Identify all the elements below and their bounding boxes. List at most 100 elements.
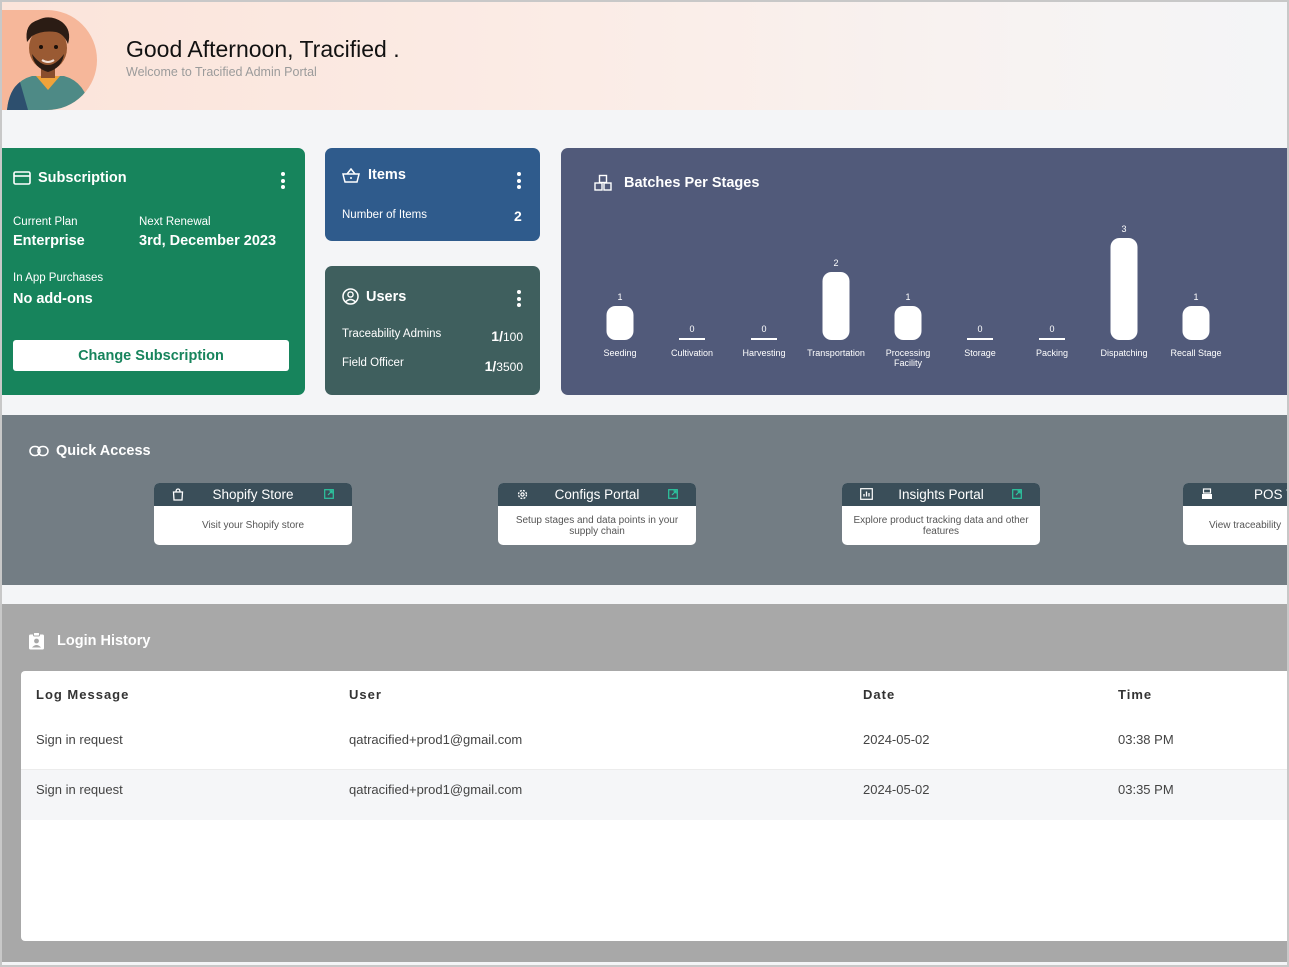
- link-icon: [29, 445, 49, 457]
- users-card: Users Traceability Admins 1/100 Field Of…: [325, 266, 540, 395]
- bar-seeding[interactable]: [606, 306, 634, 340]
- greeting-title: Good Afternoon, Tracified .: [126, 36, 400, 62]
- category-label: Facility: [894, 358, 923, 368]
- bar-packing[interactable]: [1039, 338, 1065, 340]
- in-app-purchases-label: In App Purchases: [13, 272, 104, 284]
- category-label: Harvesting: [742, 348, 785, 358]
- cell-time: 03:38 PM: [1118, 732, 1174, 747]
- column-header-date[interactable]: Date: [863, 687, 895, 702]
- pos-title: POS V: [1254, 487, 1287, 502]
- table-row[interactable]: Sign in request qatracified+prod1@gmail.…: [21, 770, 1287, 820]
- bar-harvesting[interactable]: [751, 338, 777, 340]
- external-link-icon[interactable]: [668, 489, 678, 499]
- subscription-title: Subscription: [38, 170, 127, 186]
- in-app-purchases-value: No add-ons: [13, 291, 93, 307]
- welcome-subtitle: Welcome to Tracified Admin Portal: [126, 65, 317, 79]
- configs-portal-title: Configs Portal: [554, 487, 640, 502]
- column-header-log-message[interactable]: Log Message: [36, 687, 129, 702]
- table-header: Log Message User Date Time: [21, 671, 1287, 720]
- value-label: 1: [617, 292, 622, 302]
- configs-portal-card[interactable]: Configs Portal Setup stages and data poi…: [498, 483, 696, 545]
- cell-log-message: Sign in request: [36, 782, 123, 797]
- login-history-section: Login History Log Message User Date Time…: [2, 604, 1287, 962]
- gear-icon: [516, 488, 529, 501]
- field-officer-limit: 3500: [496, 360, 523, 374]
- cell-user: qatracified+prod1@gmail.com: [349, 732, 523, 747]
- pos-card[interactable]: POS V View traceability: [1183, 483, 1287, 545]
- traceability-admins-label: Traceability Admins: [342, 328, 442, 340]
- bar-storage[interactable]: [967, 338, 993, 340]
- insights-portal-header: Insights Portal: [842, 483, 1040, 506]
- bar-dispatching[interactable]: [1110, 238, 1138, 340]
- users-menu-icon[interactable]: [517, 290, 521, 310]
- items-count-label: Number of Items: [342, 209, 427, 221]
- cell-log-message: Sign in request: [36, 732, 123, 747]
- users-title: Users: [366, 288, 407, 305]
- quick-access-section: Quick Access Shopify Store Visit your Sh…: [2, 415, 1287, 585]
- quick-access-title-row: Quick Access: [29, 443, 151, 459]
- pos-description: View traceability: [1209, 520, 1282, 531]
- field-officer-label: Field Officer: [342, 357, 404, 369]
- cash-register-icon: [1201, 488, 1213, 500]
- credit-card-icon: [13, 171, 31, 185]
- next-renewal-value: 3rd, December 2023: [139, 233, 277, 249]
- shopify-store-title: Shopify Store: [212, 487, 294, 502]
- value-label: 0: [977, 324, 982, 334]
- value-label: 2: [833, 258, 838, 268]
- cell-user: qatracified+prod1@gmail.com: [349, 782, 523, 797]
- cell-date: 2024-05-02: [863, 732, 930, 747]
- category-label: Seeding: [603, 348, 636, 358]
- value-label: 0: [761, 324, 766, 334]
- shopify-store-header: Shopify Store: [154, 483, 352, 506]
- configs-portal-description: Setup stages and data points in your sup…: [515, 514, 679, 537]
- current-plan-value: Enterprise: [13, 233, 85, 249]
- welcome-header: Good Afternoon, Tracified . Welcome to T…: [2, 2, 1287, 110]
- next-renewal-label: Next Renewal: [139, 216, 211, 228]
- category-label: Cultivation: [671, 348, 713, 358]
- user-avatar[interactable]: [2, 10, 97, 110]
- field-officer-count: 1/3500: [485, 358, 523, 376]
- current-plan-label: Current Plan: [13, 216, 78, 228]
- basket-icon: [342, 167, 360, 183]
- insights-portal-title: Insights Portal: [898, 487, 984, 502]
- column-header-time[interactable]: Time: [1118, 687, 1152, 702]
- value-label: 0: [1049, 324, 1054, 334]
- value-label: 1: [1193, 292, 1198, 302]
- items-menu-icon[interactable]: [517, 172, 521, 192]
- column-header-user[interactable]: User: [349, 687, 382, 702]
- login-history-title: Login History: [57, 633, 151, 649]
- shopping-bag-icon: [172, 488, 184, 501]
- external-link-icon[interactable]: [1012, 489, 1022, 499]
- value-label: 3: [1121, 224, 1126, 234]
- batches-bar-chart: 1 Seeding 0 Cultivation 0 Harvesting 2 Transpor…: [603, 224, 1221, 368]
- login-history-title-row: Login History: [28, 632, 150, 650]
- external-link-icon[interactable]: [324, 489, 334, 499]
- subscription-menu-icon[interactable]: [281, 172, 285, 192]
- field-officer-used: 1/: [484, 358, 497, 374]
- category-label: Storage: [964, 348, 996, 358]
- quick-access-title: Quick Access: [56, 443, 151, 459]
- clipboard-user-icon: [28, 632, 45, 650]
- bar-cultivation[interactable]: [679, 338, 705, 340]
- batches-card: Batches Per Stages 1 Seeding 0 Cultivation 0…: [561, 148, 1287, 395]
- users-title-row: Users: [342, 288, 406, 305]
- traceability-admins-count: 1/100: [491, 328, 523, 346]
- category-label: Dispatching: [1100, 348, 1147, 358]
- bar-recall-stage[interactable]: [1182, 306, 1210, 340]
- table-row[interactable]: Sign in request qatracified+prod1@gmail.…: [21, 720, 1287, 770]
- traceability-admins-used: 1/: [491, 328, 503, 344]
- items-title-row: Items: [342, 167, 406, 183]
- shopify-store-card[interactable]: Shopify Store Visit your Shopify store: [154, 483, 352, 545]
- change-subscription-button[interactable]: Change Subscription: [13, 340, 289, 371]
- subscription-title-row: Subscription: [13, 170, 127, 186]
- bar-processing-facility[interactable]: [894, 306, 922, 340]
- category-label: Transportation: [807, 348, 865, 358]
- items-title: Items: [368, 167, 406, 183]
- insights-portal-card[interactable]: Insights Portal Explore product tracking…: [842, 483, 1040, 545]
- login-history-table: Log Message User Date Time Sign in reque…: [21, 671, 1287, 941]
- cell-date: 2024-05-02: [863, 782, 930, 797]
- value-label: 1: [905, 292, 910, 302]
- bar-transportation[interactable]: [822, 272, 850, 340]
- cell-time: 03:35 PM: [1118, 782, 1174, 797]
- insights-portal-description: Explore product tracking data and other …: [853, 514, 1029, 537]
